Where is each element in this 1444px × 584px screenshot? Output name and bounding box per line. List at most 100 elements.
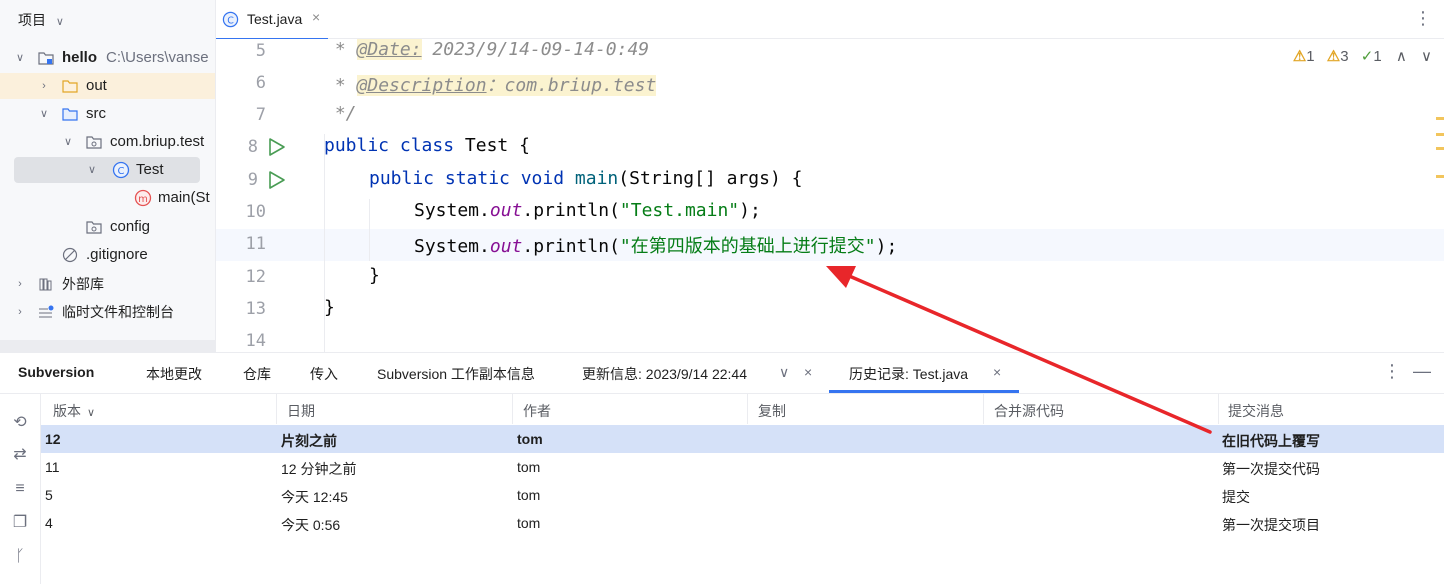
excluded-folder-icon [62, 80, 78, 93]
line-number: 12 [245, 267, 266, 287]
table-row[interactable]: 4 今天 0:56 tom 第一次提交项目 [41, 509, 1444, 537]
table-row[interactable]: 11 12 分钟之前 tom 第一次提交代码 [41, 453, 1444, 481]
column-divider[interactable] [512, 394, 513, 424]
run-icon[interactable] [268, 170, 286, 190]
line-number: 11 [245, 234, 266, 254]
line-number: 13 [245, 299, 266, 319]
filter-icon[interactable]: ≡ [9, 478, 31, 500]
chevron-down-icon: ∨ [87, 164, 97, 176]
package-icon [86, 221, 102, 234]
line-number: 9 [247, 170, 258, 190]
class-icon: C [112, 161, 130, 179]
tool-window-title: Subversion [18, 364, 95, 380]
scroll-marker [1436, 147, 1444, 150]
code-line-12: } [369, 265, 380, 286]
editor-tab-bar: C Test.java × ⋮ [216, 0, 1444, 40]
history-toolbar: ⟲ ⇄ ≡ ❐ ᚴ [0, 394, 41, 584]
column-divider[interactable] [747, 394, 748, 424]
tree-item-test-class[interactable]: ∨ C Test [14, 157, 200, 183]
tab-history[interactable]: 历史记录: Test.java [849, 364, 968, 384]
code-line-5: * @Date: 2023/9/14-09-14-0:49 [324, 39, 650, 60]
indent-guide [369, 199, 370, 261]
tab-test-java[interactable]: C Test.java × [216, 0, 328, 40]
column-header-author[interactable]: 作者 [523, 401, 551, 421]
code-editor[interactable]: ⚠1 ⚠3 ✓1 ∧ ∨ 5 6 7 8 9 10 11 12 13 14 * … [216, 39, 1444, 352]
more-options-icon[interactable]: ⋮ [1383, 361, 1401, 382]
check-icon: ✓ [1360, 48, 1374, 65]
chevron-down-icon[interactable]: ∨ [1421, 48, 1432, 65]
column-divider[interactable] [1218, 394, 1219, 424]
tab-incoming[interactable]: 传入 [310, 364, 338, 384]
project-panel-title[interactable]: 项目 ∨ [18, 10, 64, 30]
chevron-down-icon: ∨ [39, 108, 49, 120]
project-panel: 项目 ∨ ∨ hello C:\Users\vanse › out ∨ src … [0, 0, 216, 352]
column-divider[interactable] [276, 394, 277, 424]
method-icon: m [134, 189, 152, 207]
tree-item-hello[interactable]: ∨ hello C:\Users\vanse [0, 45, 215, 71]
code-line-8: public class Test { [324, 135, 530, 156]
code-line-9: public static void main(String[] args) { [369, 168, 803, 189]
chevron-down-icon: ∨ [63, 136, 73, 148]
close-icon[interactable]: × [804, 364, 812, 380]
column-divider[interactable] [983, 394, 984, 424]
tab-update-info[interactable]: 更新信息: 2023/9/14 22:44 [582, 364, 747, 384]
tab-working-copy-info[interactable]: Subversion 工作副本信息 [377, 364, 535, 384]
line-number: 7 [255, 105, 266, 125]
chevron-right-icon: › [42, 80, 46, 92]
column-header-revision[interactable]: 版本 ∨ [53, 401, 95, 421]
code-line-7: */ [324, 103, 357, 124]
column-header-merge-source[interactable]: 合并源代码 [994, 401, 1064, 421]
copy-revision-icon[interactable]: ❐ [9, 512, 31, 534]
refresh-icon[interactable]: ⟲ [9, 412, 31, 434]
close-icon[interactable]: × [993, 364, 1001, 380]
tree-item-main-method[interactable]: m main(St [0, 185, 215, 211]
table-row[interactable]: 12 片刻之前 tom 在旧代码上覆写 [41, 425, 1444, 453]
tree-item-scratches[interactable]: › 临时文件和控制台 [0, 299, 215, 325]
tree-item-gitignore[interactable]: .gitignore [0, 242, 215, 268]
horizontal-scrollbar[interactable] [0, 340, 215, 352]
svg-text:C: C [227, 15, 234, 26]
compare-icon[interactable]: ⇄ [9, 444, 31, 466]
source-folder-icon [62, 108, 78, 121]
scratches-icon [39, 305, 54, 318]
module-folder-icon [38, 52, 54, 65]
tab-local-changes[interactable]: 本地更改 [146, 364, 202, 384]
column-header-commit-message[interactable]: 提交消息 [1228, 401, 1284, 421]
tree-item-external-libraries[interactable]: › 外部库 [0, 271, 215, 297]
weak-warning-icon: ⚠ [1326, 48, 1341, 65]
scroll-marker [1436, 175, 1444, 178]
chevron-down-icon: ∨ [87, 407, 96, 419]
svg-text:C: C [118, 166, 125, 177]
column-header-copy[interactable]: 复制 [758, 401, 786, 421]
line-number: 10 [245, 202, 266, 222]
close-icon[interactable]: × [312, 9, 320, 25]
scroll-marker [1436, 133, 1444, 136]
column-header-date[interactable]: 日期 [287, 401, 315, 421]
tree-item-config[interactable]: config [0, 214, 215, 240]
code-line-6: * @Description：com.briup.test [324, 75, 657, 96]
chevron-down-icon: ∨ [15, 52, 25, 64]
chevron-down-icon: ∨ [55, 16, 64, 28]
branch-icon[interactable]: ᚴ [9, 546, 31, 568]
tree-item-out[interactable]: › out [0, 73, 215, 99]
chevron-down-icon[interactable]: ∨ [779, 364, 789, 381]
chevron-right-icon: › [18, 306, 22, 318]
code-line-10: System.out.println("Test.main"); [414, 200, 761, 221]
table-row[interactable]: 5 今天 12:45 tom 提交 [41, 481, 1444, 509]
tab-repository[interactable]: 仓库 [243, 364, 271, 384]
minimize-icon[interactable]: — [1413, 361, 1431, 382]
tool-window-tabs: Subversion 本地更改 仓库 传入 Subversion 工作副本信息 … [0, 353, 1444, 394]
line-number: 5 [255, 41, 266, 61]
code-line-11: System.out.println("在第四版本的基础上进行提交"); [414, 236, 898, 257]
indent-guide [324, 134, 325, 352]
chevron-up-icon[interactable]: ∧ [1396, 48, 1407, 65]
line-number: 14 [245, 331, 266, 351]
subversion-tool-window: Subversion 本地更改 仓库 传入 Subversion 工作副本信息 … [0, 352, 1444, 584]
inspection-widget[interactable]: ⚠1 ⚠3 ✓1 ∧ ∨ [1293, 47, 1432, 65]
run-icon[interactable] [268, 137, 286, 157]
tree-item-package[interactable]: ∨ com.briup.test [0, 129, 215, 155]
ignored-file-icon [62, 247, 78, 263]
more-options-icon[interactable]: ⋮ [1414, 8, 1432, 29]
tree-item-src[interactable]: ∨ src [0, 101, 215, 127]
scroll-marker [1436, 117, 1444, 120]
